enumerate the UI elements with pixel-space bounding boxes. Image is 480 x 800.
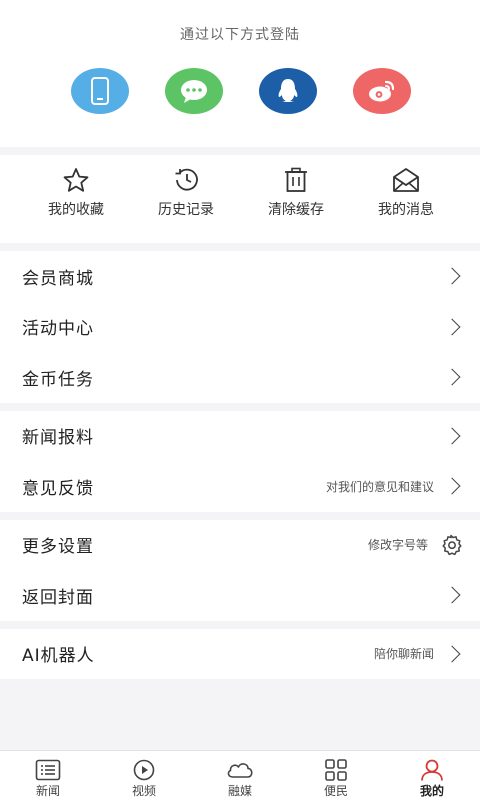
menu-item-back-to-cover[interactable]: 返回封面: [0, 570, 480, 621]
qq-login-button[interactable]: [259, 68, 317, 114]
menu-item-label: 更多设置: [22, 537, 94, 558]
menu-item-label: 金币任务: [22, 369, 94, 390]
history-button[interactable]: 历史记录: [131, 167, 241, 219]
wechat-icon: [181, 80, 207, 103]
messages-button[interactable]: 我的消息: [351, 167, 461, 219]
chevron-right-icon: [443, 368, 461, 386]
tab-label: 新闻: [35, 784, 60, 798]
menu-item-more-settings[interactable]: 更多设置 修改字号等: [0, 520, 480, 571]
tab-video[interactable]: 视频: [96, 751, 192, 800]
tab-media[interactable]: 融媒: [192, 751, 288, 800]
news-list-icon: [35, 759, 61, 781]
menu-item-hint: 陪你聊新闻: [373, 647, 434, 662]
tab-mine[interactable]: 我的: [384, 751, 480, 800]
menu-group-4: AI机器人 陪你聊新闻: [0, 628, 480, 680]
qq-icon: [278, 79, 298, 102]
menu-item-label: 活动中心: [22, 319, 94, 340]
phone-login-button[interactable]: [71, 68, 129, 114]
menu-item-activity-center[interactable]: 活动中心: [0, 302, 480, 353]
video-play-icon: [133, 759, 155, 781]
menu-item-hint: 对我们的意见和建议: [325, 479, 434, 494]
menu-group-2: 新闻报料 意见反馈 对我们的意见和建议: [0, 410, 480, 512]
login-section: 通过以下方式登陆: [0, 0, 480, 147]
tab-news[interactable]: 新闻: [0, 751, 96, 800]
tab-label: 融媒: [227, 784, 252, 798]
tab-label: 我的: [419, 784, 444, 798]
chevron-right-icon: [443, 586, 461, 604]
chevron-right-icon: [443, 427, 461, 445]
menu-item-ai-robot[interactable]: AI机器人 陪你聊新闻: [0, 629, 480, 680]
history-icon: [175, 168, 198, 191]
menu-item-label: 新闻报料: [22, 428, 94, 449]
menu-item-label: 会员商城: [22, 268, 94, 289]
trash-icon: [285, 167, 307, 192]
clear-cache-label: 清除缓存: [268, 202, 324, 218]
menu-group-1: 会员商城 活动中心 金币任务: [0, 251, 480, 403]
menu-item-coin-tasks[interactable]: 金币任务: [0, 352, 480, 403]
favorites-label: 我的收藏: [48, 202, 104, 218]
tab-label: 视频: [131, 784, 156, 798]
weibo-icon: [369, 80, 395, 102]
history-label: 历史记录: [158, 202, 214, 218]
menu-item-label: AI机器人: [22, 646, 95, 667]
bottom-tab-bar: 新闻 视频 融媒 便民 我的: [0, 750, 480, 800]
quick-actions: 我的收藏 历史记录 清除缓存 我的消息: [0, 155, 480, 243]
menu-item-feedback[interactable]: 意见反馈 对我们的意见和建议: [0, 461, 480, 512]
chevron-right-icon: [443, 477, 461, 495]
tab-services[interactable]: 便民: [288, 751, 384, 800]
star-icon: [63, 168, 89, 192]
chevron-right-icon: [443, 267, 461, 285]
menu-item-member-mall[interactable]: 会员商城: [0, 251, 480, 302]
cloud-icon: [227, 763, 253, 778]
login-title: 通过以下方式登陆: [180, 27, 300, 43]
wechat-login-button[interactable]: [165, 68, 223, 114]
clear-cache-button[interactable]: 清除缓存: [241, 167, 351, 219]
menu-item-news-tip[interactable]: 新闻报料: [0, 411, 480, 462]
favorites-button[interactable]: 我的收藏: [21, 167, 131, 219]
tab-label: 便民: [323, 784, 348, 798]
menu-group-3: 更多设置 修改字号等 返回封面: [0, 519, 480, 621]
person-icon: [421, 759, 443, 781]
grid-icon: [325, 759, 347, 781]
menu-item-hint: 修改字号等: [367, 538, 428, 553]
messages-label: 我的消息: [378, 202, 434, 218]
menu-item-label: 意见反馈: [22, 478, 94, 499]
menu-item-label: 返回封面: [22, 587, 94, 608]
chevron-right-icon: [443, 645, 461, 663]
phone-icon: [91, 77, 109, 105]
chevron-right-icon: [443, 318, 461, 336]
weibo-login-button[interactable]: [353, 68, 411, 114]
mail-icon: [393, 168, 419, 192]
gear-icon: [442, 534, 462, 555]
